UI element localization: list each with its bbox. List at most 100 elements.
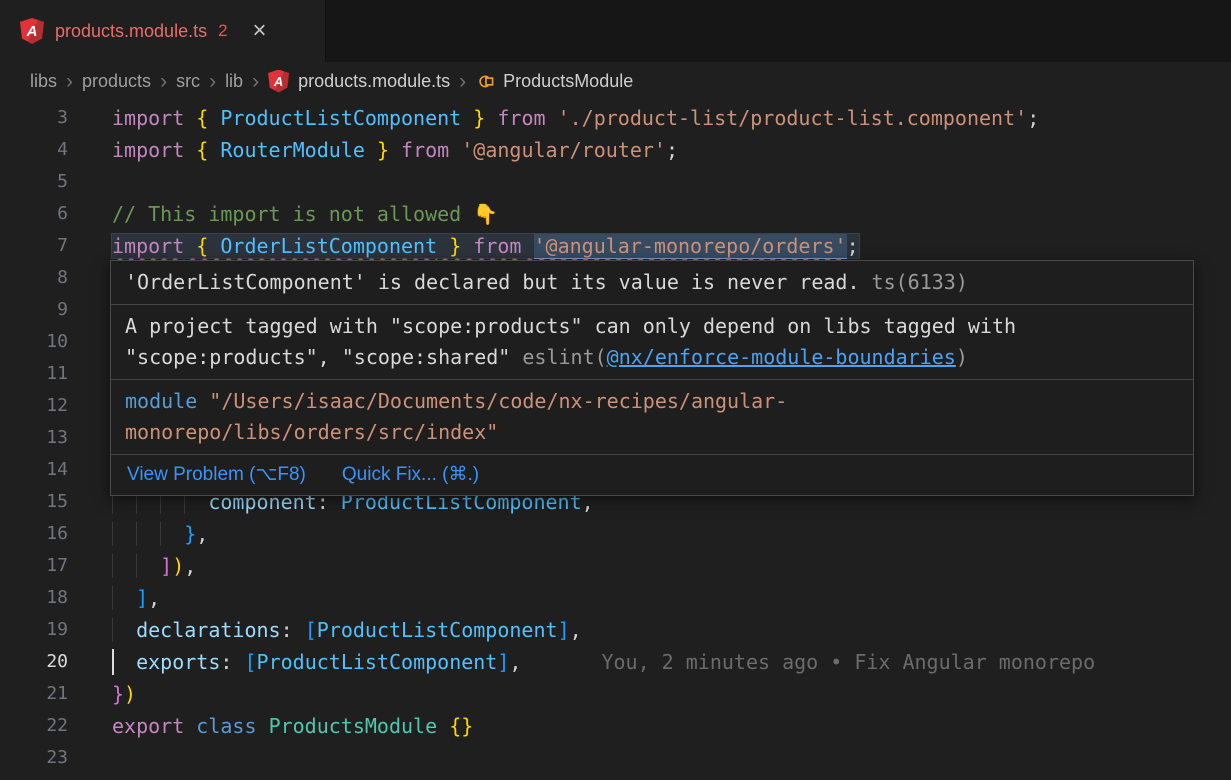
line-number[interactable]: 12 bbox=[0, 390, 68, 422]
code-token bbox=[208, 234, 220, 258]
line-number[interactable]: 8 bbox=[0, 262, 68, 294]
hover-section: 'OrderListComponent' is declared but its… bbox=[111, 261, 1193, 304]
code-content: ]), bbox=[68, 550, 1231, 582]
hover-text bbox=[197, 389, 209, 413]
breadcrumb-item[interactable]: libs bbox=[30, 71, 57, 92]
code-line[interactable]: 3import { ProductListComponent } from '.… bbox=[0, 102, 1231, 134]
code-token: [ bbox=[244, 650, 256, 674]
hover-actions-bar: View Problem (⌥F8) Quick Fix... (⌘.) bbox=[111, 454, 1193, 495]
line-number[interactable]: 6 bbox=[0, 198, 68, 230]
code-token: : bbox=[220, 650, 244, 674]
line-number[interactable]: 16 bbox=[0, 518, 68, 550]
code-token: import bbox=[112, 106, 184, 130]
code-line[interactable]: 21}) bbox=[0, 678, 1231, 710]
code-token: 👇 bbox=[473, 202, 498, 226]
code-token: , bbox=[196, 522, 208, 546]
code-token bbox=[112, 618, 136, 642]
code-line[interactable]: 18 ], bbox=[0, 582, 1231, 614]
tab-bar: A products.module.ts 2 × bbox=[0, 0, 1231, 62]
code-line[interactable]: 16 }, bbox=[0, 518, 1231, 550]
code-token: ] bbox=[558, 618, 570, 642]
hover-text: ) bbox=[956, 345, 968, 369]
git-blame-annotation: You, 2 minutes ago • Fix Angular monorep… bbox=[601, 650, 1095, 674]
close-tab-icon[interactable]: × bbox=[253, 19, 267, 43]
line-number[interactable]: 20 bbox=[0, 646, 68, 678]
code-token bbox=[112, 586, 136, 610]
code-token: import bbox=[112, 138, 184, 162]
code-token bbox=[184, 714, 196, 738]
line-number[interactable]: 23 bbox=[0, 742, 68, 774]
code-token: export bbox=[112, 714, 184, 738]
code-token: [ bbox=[305, 618, 317, 642]
code-token: { bbox=[196, 106, 208, 130]
code-token bbox=[437, 234, 449, 258]
code-line[interactable]: 6// This import is not allowed 👇 bbox=[0, 198, 1231, 230]
code-token bbox=[184, 234, 196, 258]
line-number[interactable]: 4 bbox=[0, 134, 68, 166]
code-content bbox=[68, 742, 1231, 774]
breadcrumb-item[interactable]: src bbox=[176, 71, 200, 92]
code-token: } bbox=[184, 522, 196, 546]
line-number[interactable]: 14 bbox=[0, 454, 68, 486]
code-token bbox=[112, 554, 160, 578]
code-token bbox=[461, 106, 473, 130]
breadcrumb-symbol[interactable]: ProductsModule bbox=[503, 71, 633, 92]
code-line[interactable]: 7import { OrderListComponent } from '@an… bbox=[0, 230, 1231, 262]
code-line[interactable]: 19 declarations: [ProductListComponent], bbox=[0, 614, 1231, 646]
code-token: , bbox=[184, 554, 196, 578]
angular-icon: A bbox=[268, 70, 289, 93]
code-token: ProductListComponent bbox=[257, 650, 498, 674]
line-number[interactable]: 19 bbox=[0, 614, 68, 646]
line-number[interactable]: 15 bbox=[0, 486, 68, 518]
code-token: , bbox=[148, 586, 160, 610]
breadcrumb-file[interactable]: products.module.ts bbox=[298, 71, 450, 92]
line-number[interactable]: 18 bbox=[0, 582, 68, 614]
code-token bbox=[521, 234, 533, 258]
code-content: import { RouterModule } from '@angular/r… bbox=[68, 134, 1231, 166]
code-token: class bbox=[196, 714, 256, 738]
code-line[interactable]: 5 bbox=[0, 166, 1231, 198]
chevron-right-icon: › bbox=[209, 71, 216, 92]
breadcrumb-item[interactable]: lib bbox=[225, 71, 243, 92]
view-problem-action[interactable]: View Problem (⌥F8) bbox=[127, 460, 306, 490]
code-token: ; bbox=[666, 138, 678, 162]
code-token: { bbox=[196, 138, 208, 162]
eslint-rule-link[interactable]: @nx/enforce-module-boundaries bbox=[607, 345, 956, 369]
hover-section: A project tagged with "scope:products" c… bbox=[111, 304, 1193, 379]
code-token: ) bbox=[124, 682, 136, 706]
hover-line: A project tagged with "scope:products" c… bbox=[125, 311, 1179, 342]
tab-products-module[interactable]: A products.module.ts 2 × bbox=[0, 0, 326, 62]
code-line[interactable]: 17 ]), bbox=[0, 550, 1231, 582]
code-line[interactable]: 20 exports: [ProductListComponent],You, … bbox=[0, 646, 1231, 678]
line-number[interactable]: 13 bbox=[0, 422, 68, 454]
code-line[interactable]: 4import { RouterModule } from '@angular/… bbox=[0, 134, 1231, 166]
line-number[interactable]: 3 bbox=[0, 102, 68, 134]
code-token: import bbox=[112, 234, 184, 258]
code-token: '@angular-monorepo/orders' bbox=[534, 234, 847, 259]
line-number[interactable]: 17 bbox=[0, 550, 68, 582]
line-number[interactable]: 22 bbox=[0, 710, 68, 742]
code-token: , bbox=[570, 618, 582, 642]
hover-text: 'OrderListComponent' is declared but its… bbox=[125, 270, 860, 294]
code-line[interactable]: 22export class ProductsModule {} bbox=[0, 710, 1231, 742]
code-editor[interactable]: 3import { ProductListComponent } from '.… bbox=[0, 100, 1231, 774]
line-number[interactable]: 5 bbox=[0, 166, 68, 198]
hover-text: "scope:products", "scope:shared" bbox=[125, 345, 522, 369]
code-token: from bbox=[473, 234, 521, 258]
line-number[interactable]: 9 bbox=[0, 294, 68, 326]
code-token: { bbox=[196, 234, 208, 258]
line-number[interactable]: 7 bbox=[0, 230, 68, 262]
line-number[interactable]: 10 bbox=[0, 326, 68, 358]
line-number[interactable]: 11 bbox=[0, 358, 68, 390]
code-content: }, bbox=[68, 518, 1231, 550]
breadcrumb-item[interactable]: products bbox=[82, 71, 151, 92]
code-token: : bbox=[281, 618, 305, 642]
code-token: } bbox=[112, 682, 124, 706]
code-line[interactable]: 23 bbox=[0, 742, 1231, 774]
line-number[interactable]: 21 bbox=[0, 678, 68, 710]
code-token: ProductsModule bbox=[269, 714, 438, 738]
angular-icon-letter: A bbox=[27, 23, 38, 40]
hover-line: monorepo/libs/orders/src/index" bbox=[125, 417, 1179, 448]
quick-fix-action[interactable]: Quick Fix... (⌘.) bbox=[342, 460, 479, 490]
code-token: ] bbox=[160, 554, 172, 578]
